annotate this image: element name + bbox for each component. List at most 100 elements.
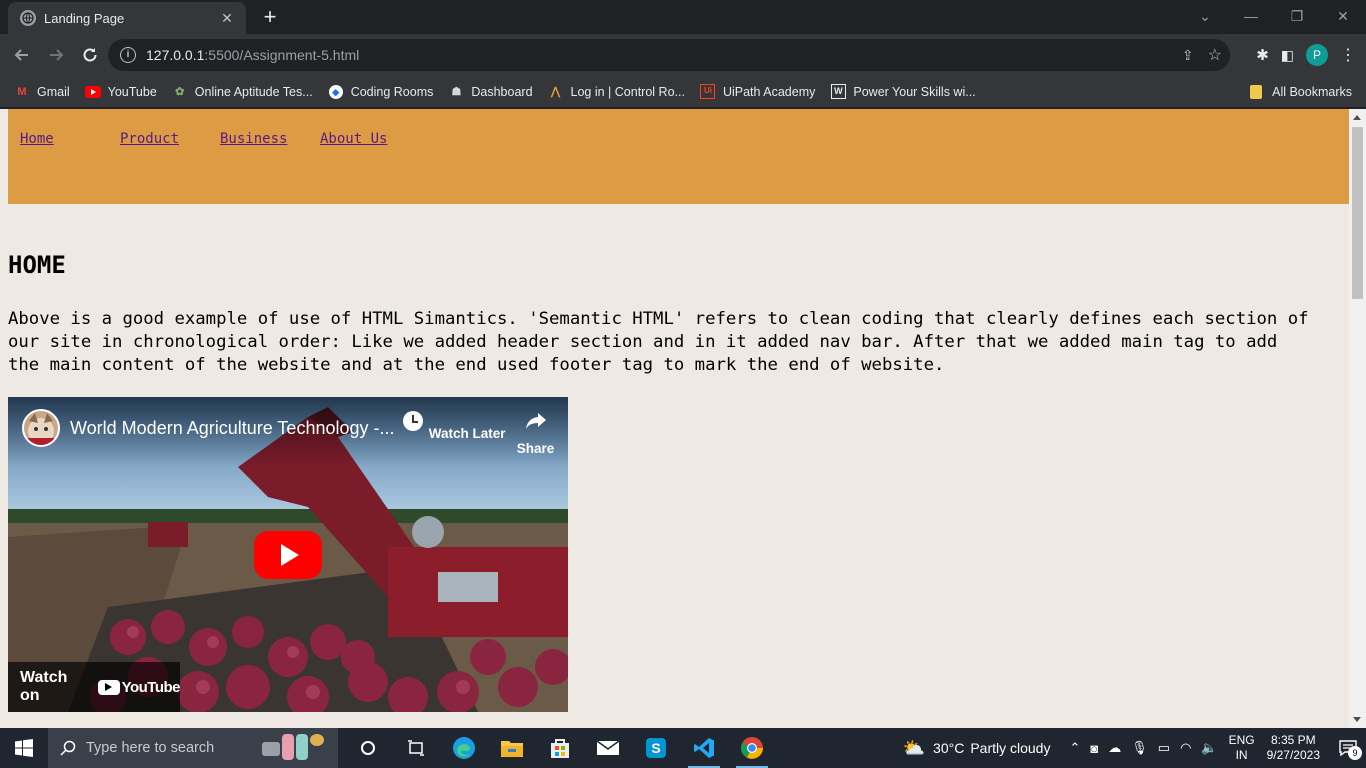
vscode-icon bbox=[694, 738, 714, 758]
youtube-icon bbox=[84, 85, 101, 99]
reload-icon bbox=[83, 48, 97, 62]
task-view-button[interactable] bbox=[392, 728, 440, 768]
forward-button[interactable] bbox=[40, 39, 72, 71]
url-path: :5500/Assignment-5.html bbox=[204, 47, 360, 63]
share-arrow-icon bbox=[525, 413, 546, 429]
back-arrow-icon bbox=[14, 49, 28, 61]
main-content: HOME Above is a good example of use of H… bbox=[8, 249, 1338, 375]
share-button[interactable]: Share bbox=[503, 409, 568, 456]
notification-center-button[interactable]: 9 bbox=[1330, 740, 1366, 760]
play-button[interactable] bbox=[254, 531, 322, 579]
bookmark-dashboard[interactable]: ☗ Dashboard bbox=[448, 85, 532, 99]
start-button[interactable] bbox=[0, 728, 48, 768]
restore-button[interactable]: ❐ bbox=[1274, 0, 1320, 32]
tab-title: Landing Page bbox=[44, 10, 125, 26]
windows-taskbar: Type here to search S ⛅ 30°C Partly clou… bbox=[0, 728, 1366, 768]
folder-icon bbox=[1250, 85, 1263, 99]
all-bookmarks-label: All Bookmarks bbox=[1272, 85, 1352, 99]
menu-icon[interactable]: ⋮ bbox=[1340, 45, 1356, 65]
gmail-icon: M bbox=[17, 85, 27, 98]
taskbar-skype[interactable]: S bbox=[632, 728, 680, 768]
browser-tab[interactable]: Landing Page ✕ bbox=[8, 2, 246, 34]
url-host: 127.0.0.1 bbox=[146, 47, 205, 63]
bookmark-power-skills[interactable]: W Power Your Skills wi... bbox=[830, 84, 976, 99]
input-language[interactable]: ENG IN bbox=[1229, 733, 1255, 763]
nav-product-link[interactable]: Product bbox=[120, 131, 179, 147]
clock-date: 9/27/2023 bbox=[1266, 748, 1320, 762]
taskbar-chrome[interactable] bbox=[728, 728, 776, 768]
watch-on-youtube-button[interactable]: Watch on YouTube bbox=[8, 662, 181, 712]
microphone-icon[interactable]: 🎙 bbox=[1131, 740, 1148, 756]
bookmark-aptitude[interactable]: ✿ Online Aptitude Tes... bbox=[172, 85, 313, 99]
page-viewport: Home Product Business About Us HOME Abov… bbox=[0, 109, 1366, 728]
side-panel-icon[interactable]: ◧ bbox=[1281, 47, 1294, 64]
back-button[interactable] bbox=[6, 39, 38, 71]
watch-on-label: Watch on bbox=[20, 669, 68, 704]
bookmark-label: Log in | Control Ro... bbox=[570, 84, 685, 99]
watch-later-button[interactable]: Watch Later bbox=[401, 409, 506, 441]
bookmark-coding-rooms[interactable]: ◆ Coding Rooms bbox=[328, 84, 434, 99]
battery-icon[interactable]: ▭ bbox=[1158, 740, 1170, 756]
clock[interactable]: 8:35 PM 9/27/2023 bbox=[1267, 733, 1320, 763]
page-scrollbar[interactable] bbox=[1349, 109, 1366, 728]
wifi-icon[interactable]: ◠ bbox=[1180, 740, 1191, 756]
youtube-embed[interactable]: World Modern Agriculture Technology -...… bbox=[8, 397, 568, 712]
power-skills-icon: W bbox=[830, 84, 846, 99]
forward-arrow-icon bbox=[50, 49, 64, 61]
task-view-cortana-button[interactable] bbox=[344, 728, 392, 768]
close-window-button[interactable]: ✕ bbox=[1320, 0, 1366, 32]
bookmark-star-icon[interactable]: ☆ bbox=[1208, 45, 1222, 65]
nav-home-link[interactable]: Home bbox=[20, 131, 54, 147]
extensions-icon[interactable]: ✱ bbox=[1256, 46, 1269, 64]
cloud-offline-icon[interactable]: ☁ bbox=[1108, 740, 1121, 756]
taskbar-mail[interactable] bbox=[584, 728, 632, 768]
video-title[interactable]: World Modern Agriculture Technology -... bbox=[70, 418, 395, 439]
bookmark-label: Coding Rooms bbox=[350, 84, 434, 99]
weather-temp: 30°C bbox=[933, 740, 965, 756]
taskbar-vscode[interactable] bbox=[680, 728, 728, 768]
scroll-down-icon[interactable] bbox=[1353, 717, 1361, 722]
nav-business-link[interactable]: Business bbox=[220, 131, 287, 147]
weather-description: Partly cloudy bbox=[970, 740, 1051, 756]
scrollbar-thumb[interactable] bbox=[1352, 127, 1363, 299]
youtube-logo-icon: YouTube bbox=[97, 679, 181, 696]
tab-search-icon[interactable]: ⌄ bbox=[1182, 0, 1228, 32]
meet-now-icon[interactable]: ◙ bbox=[1090, 741, 1098, 756]
tab-strip: Landing Page ✕ + ⌄ — ❐ ✕ bbox=[0, 0, 1366, 34]
search-placeholder: Type here to search bbox=[86, 740, 215, 756]
taskbar-file-explorer[interactable] bbox=[488, 728, 536, 768]
bookmark-control-room[interactable]: ⋀ Log in | Control Ro... bbox=[548, 85, 685, 99]
new-tab-button[interactable]: + bbox=[258, 6, 282, 30]
profile-avatar[interactable]: P bbox=[1306, 44, 1328, 66]
volume-icon[interactable]: 🔈 bbox=[1201, 740, 1217, 756]
folder-explorer-icon bbox=[501, 741, 523, 757]
nav-about-us-link[interactable]: About Us bbox=[320, 131, 387, 147]
taskbar-edge[interactable] bbox=[440, 728, 488, 768]
bookmark-label: Gmail bbox=[37, 84, 70, 99]
reload-button[interactable] bbox=[74, 39, 106, 71]
taskbar-search[interactable]: Type here to search bbox=[48, 728, 338, 768]
search-icon bbox=[60, 740, 76, 756]
scroll-up-icon[interactable] bbox=[1353, 115, 1361, 120]
share-label: Share bbox=[516, 441, 555, 456]
window-controls: ⌄ — ❐ ✕ bbox=[1182, 0, 1366, 32]
chevron-up-icon[interactable]: ⌃ bbox=[1069, 740, 1080, 756]
site-info-icon[interactable]: i bbox=[120, 47, 136, 63]
all-bookmarks-button[interactable]: All Bookmarks bbox=[1250, 76, 1352, 108]
cortana-icon bbox=[361, 741, 375, 755]
taskbar-store[interactable] bbox=[536, 728, 584, 768]
bookmark-uipath[interactable]: Ui UiPath Academy bbox=[700, 84, 815, 99]
watch-later-label: Watch Later bbox=[428, 426, 506, 441]
globe-icon bbox=[20, 10, 36, 26]
minimize-button[interactable]: — bbox=[1228, 0, 1274, 32]
intro-paragraph: Above is a good example of use of HTML S… bbox=[8, 309, 1309, 375]
share-icon[interactable]: ⇪ bbox=[1182, 47, 1194, 64]
bookmark-label: Online Aptitude Tes... bbox=[194, 84, 313, 99]
weather-widget[interactable]: ⛅ 30°C Partly cloudy bbox=[903, 738, 1051, 759]
bookmark-youtube[interactable]: YouTube bbox=[84, 85, 157, 99]
channel-avatar[interactable] bbox=[22, 409, 60, 447]
bookmark-gmail[interactable]: M Gmail bbox=[14, 84, 70, 99]
close-tab-icon[interactable]: ✕ bbox=[218, 9, 236, 27]
chrome-icon bbox=[741, 737, 763, 759]
address-bar[interactable]: i 127.0.0.1:5500/Assignment-5.html ⇪ ☆ bbox=[108, 39, 1230, 71]
